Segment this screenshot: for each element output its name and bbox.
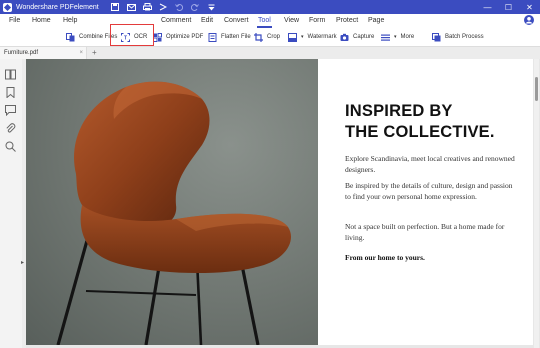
left-sidebar: ▸ — [0, 59, 24, 348]
paragraph-2: Be inspired by the details of culture, d… — [345, 181, 513, 201]
crop-icon — [254, 33, 263, 42]
optimize-pdf-icon — [153, 33, 162, 42]
more-dropdown-icon[interactable]: ▾ — [394, 34, 397, 40]
title-bar: Wondershare PDFelement — ☐ ✕ — [0, 0, 540, 14]
more-button[interactable]: ▾ More — [381, 31, 414, 43]
watermark-dropdown-icon[interactable]: ▾ — [301, 34, 304, 40]
more-icon — [381, 33, 390, 41]
capture-icon — [340, 33, 349, 41]
menu-view[interactable]: View — [284, 17, 299, 24]
menu-help[interactable]: Help — [63, 17, 77, 24]
menu-file[interactable]: File — [9, 17, 20, 24]
paragraph-4: From our home to yours. — [345, 253, 425, 262]
email-icon[interactable] — [126, 3, 136, 11]
print-icon[interactable] — [142, 3, 152, 11]
optimize-pdf-button[interactable]: Optimize PDF — [153, 31, 203, 43]
page-text-column: INSPIRED BY THE COLLECTIVE. Explore Scan… — [345, 101, 515, 262]
capture-button[interactable]: Capture — [340, 31, 374, 43]
app-logo-icon — [3, 2, 12, 12]
watermark-button[interactable]: ▾ Watermark — [288, 31, 337, 43]
watermark-icon — [288, 33, 297, 42]
batch-process-icon — [432, 33, 441, 42]
menu-protect[interactable]: Protect — [336, 17, 358, 24]
chair-photo — [26, 59, 318, 345]
window-controls: — ☐ ✕ — [477, 0, 540, 14]
maximize-button[interactable]: ☐ — [498, 0, 519, 14]
close-button[interactable]: ✕ — [519, 0, 540, 14]
redo-icon[interactable] — [191, 3, 200, 11]
vertical-scrollbar[interactable] — [534, 59, 539, 348]
close-tab-icon[interactable]: × — [79, 47, 83, 59]
menu-home[interactable]: Home — [32, 17, 51, 24]
paragraph-1: Explore Scandinavia, meet local creative… — [345, 154, 515, 174]
menu-edit[interactable]: Edit — [201, 17, 213, 24]
expand-panel-icon[interactable]: ▸ — [21, 259, 24, 266]
menu-convert[interactable]: Convert — [224, 17, 249, 24]
menu-comment[interactable]: Comment — [161, 17, 191, 24]
pdf-page: INSPIRED BY THE COLLECTIVE. Explore Scan… — [26, 59, 533, 345]
search-icon[interactable] — [5, 141, 16, 152]
combine-files-icon — [66, 33, 75, 42]
quick-access-toolbar — [111, 3, 216, 11]
batch-process-button[interactable]: Batch Process — [432, 31, 484, 43]
paragraph-3: Not a space built on perfection. But a h… — [345, 222, 505, 242]
undo-icon[interactable] — [175, 3, 184, 11]
flatten-file-button[interactable]: Flatten File — [208, 31, 251, 43]
document-tabs: Furniture.pdf × + — [0, 47, 540, 59]
customize-dropdown-icon[interactable] — [207, 3, 216, 11]
menu-page[interactable]: Page — [368, 17, 384, 24]
app-title: Wondershare PDFelement — [16, 3, 99, 11]
flatten-file-icon — [208, 33, 217, 42]
crop-button[interactable]: Crop — [254, 31, 280, 43]
document-viewer: INSPIRED BY THE COLLECTIVE. Explore Scan… — [26, 59, 540, 348]
minimize-button[interactable]: — — [477, 0, 498, 14]
headline-line-2: THE COLLECTIVE. — [345, 123, 495, 141]
tool-ribbon: Combine Files T OCR Optimize PDF Flatten… — [0, 28, 540, 47]
new-tab-button[interactable]: + — [92, 47, 97, 59]
comment-icon[interactable] — [5, 105, 16, 117]
ocr-highlight-box — [110, 24, 154, 46]
save-icon[interactable] — [111, 3, 120, 11]
tab-label: Furniture.pdf — [4, 50, 39, 56]
attachment-icon[interactable] — [5, 123, 16, 134]
scrollbar-thumb[interactable] — [535, 77, 538, 101]
user-avatar[interactable] — [524, 15, 534, 25]
menu-form[interactable]: Form — [309, 17, 325, 24]
headline-line-1: INSPIRED BY — [345, 102, 453, 120]
bookmark-icon[interactable] — [5, 87, 16, 99]
tab-furniture-pdf[interactable]: Furniture.pdf × — [0, 47, 87, 59]
thumbnails-icon[interactable] — [5, 69, 16, 80]
menu-tool[interactable]: Tool — [258, 17, 271, 24]
share-icon[interactable] — [159, 3, 168, 11]
